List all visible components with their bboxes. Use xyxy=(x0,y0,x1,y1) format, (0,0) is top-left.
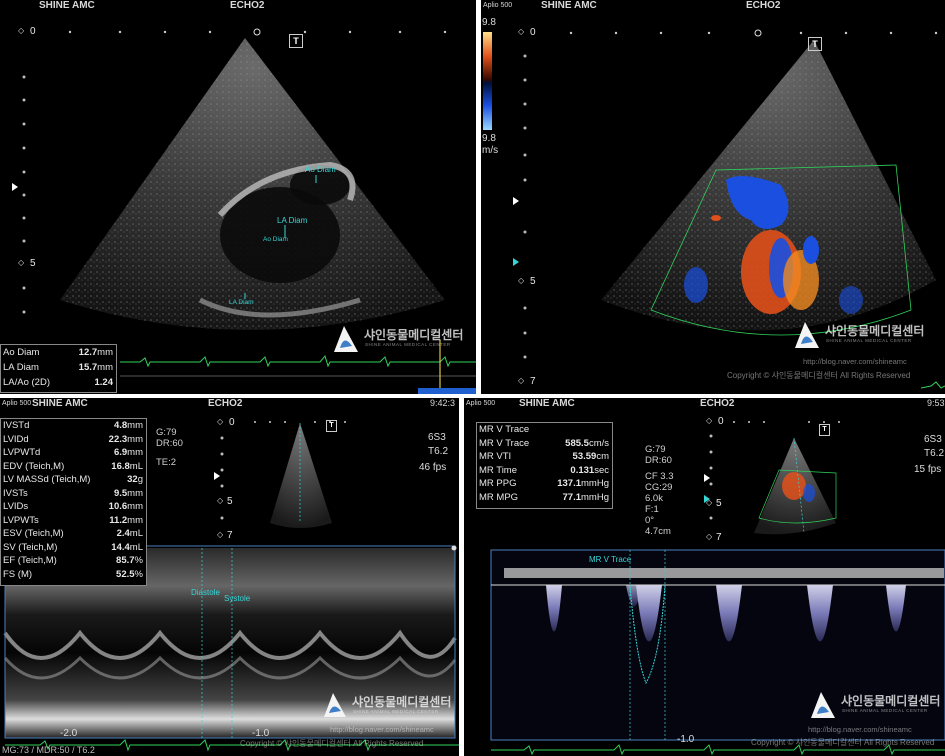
depth-marker-icon: ◇ xyxy=(18,26,25,35)
depth-marker-icon: ◇ xyxy=(518,376,525,385)
logo-korean: 샤인동물메디컬센터 xyxy=(825,324,925,338)
t-marker-icon: T xyxy=(326,420,337,432)
depth-label-7: 7 xyxy=(530,376,536,387)
depth-marker-icon: ◇ xyxy=(217,496,224,505)
blog-url: http://blog.naver.com/shineamc xyxy=(330,725,434,734)
depth-marker-icon: ◇ xyxy=(217,530,224,539)
annotation-ao-diam: Ao Diam xyxy=(305,165,336,174)
logo-korean: 샤인동물메디컬센터 xyxy=(364,328,464,342)
site-name: SHINE AMC xyxy=(519,398,575,409)
panel-header: Aplio 500 SHINE AMC ECHO2 9:53 xyxy=(464,398,945,409)
annotation-la-diam-small: LA Diam xyxy=(229,299,254,306)
depth-marker-icon: ◇ xyxy=(518,27,525,36)
time-axis-label-1: -2.0 xyxy=(60,728,78,739)
depth-label-5: 5 xyxy=(716,498,722,509)
velocity-scale-unit: m/s xyxy=(482,145,499,156)
logo-english: SHINE ANIMAL MEDICAL CENTER xyxy=(826,338,912,343)
frame-rate: 46 fps xyxy=(419,462,447,473)
measurement-box: MR V Trace MR V Trace 585.5cm/s MR VTI 53.… xyxy=(476,422,613,509)
depth-marker-icon: ◇ xyxy=(706,532,713,541)
scan-params: G:79 DR:60 CF 3.3 CG:29 6.0k F:1 0° 4.7c… xyxy=(645,444,674,537)
site-name: SHINE AMC xyxy=(541,0,597,11)
t-marker-icon: T xyxy=(819,424,830,436)
probe-sub-label: T6.2 xyxy=(428,446,449,457)
probe-label: 6S3 xyxy=(428,432,446,443)
mode-label: ECHO2 xyxy=(230,0,265,11)
annotation-systole: Systole xyxy=(224,594,251,603)
depth-label-7: 7 xyxy=(227,530,233,541)
panel-cw-doppler[interactable]: Aplio 500 SHINE AMC ECHO2 9:53 MR V Trac… xyxy=(464,398,945,756)
logo-english: SHINE ANIMAL MEDICAL CENTER xyxy=(842,708,928,713)
panel-header: SHINE AMC ECHO2 xyxy=(0,0,476,11)
depth-label-7: 7 xyxy=(716,532,722,543)
mode-label: ECHO2 xyxy=(208,398,243,409)
velocity-scale-bottom: 9.8 xyxy=(482,133,496,144)
device-name: Aplio 500 xyxy=(466,400,496,407)
depth-label-0: 0 xyxy=(718,416,724,427)
device-name: Aplio 500 xyxy=(483,2,513,9)
annotation-diastole: Diastole xyxy=(191,588,220,597)
clock-time: 9:42:3 xyxy=(430,398,456,408)
annotation-la-diam: LA Diam xyxy=(277,216,308,225)
depth-label-5: 5 xyxy=(30,258,36,269)
depth-marker-icon: ◇ xyxy=(706,416,713,425)
copyright-text: Copyright © 샤인동물메디컬센터 All Rights Reserve… xyxy=(751,738,935,747)
velocity-scale-top: 9.8 xyxy=(482,17,496,28)
depth-label-5: 5 xyxy=(530,276,536,287)
depth-marker-icon: ◇ xyxy=(706,498,713,507)
panel-color-doppler[interactable]: Aplio 500 SHINE AMC ECHO2 9.8 9.8 m/s 0 … xyxy=(481,0,945,394)
annotation-ao-diam-small: Ao Diam xyxy=(263,236,288,243)
depth-marker-icon: ◇ xyxy=(18,258,25,267)
scan-params: G:79 DR:60 TE:2 xyxy=(156,427,183,468)
depth-label-5: 5 xyxy=(227,496,233,507)
copyright-text: Copyright © 샤인동물메디컬센터 All Rights Reserve… xyxy=(727,371,911,380)
probe-sub-label: T6.2 xyxy=(924,448,945,459)
device-name: Aplio 500 xyxy=(2,400,32,407)
logo-icon xyxy=(811,692,835,718)
time-axis-label: -1.0 xyxy=(677,734,695,745)
site-name: SHINE AMC xyxy=(32,398,88,409)
logo-icon xyxy=(334,326,358,352)
depth-label-0: 0 xyxy=(530,27,536,38)
frame-rate: 15 fps xyxy=(914,464,942,475)
logo-english: SHINE ANIMAL MEDICAL CENTER xyxy=(365,342,451,347)
panel-2d-la-ao[interactable]: SHINE AMC ECHO2 0 5 ◇ ◇ T Ao Diam LA Dia… xyxy=(0,0,476,394)
measurement-box: Ao Diam 12.7mm LA Diam 15.7mm LA/Ao (2D) 1.… xyxy=(0,344,117,393)
logo-english: SHINE ANIMAL MEDICAL CENTER xyxy=(353,709,439,714)
mode-label: ECHO2 xyxy=(746,0,781,11)
logo-icon xyxy=(795,322,819,348)
logo-icon xyxy=(324,693,346,717)
measurement-box: IVSTd 4.8mm LVIDd 22.3mm LVPWTd 6.9mm EDV (… xyxy=(0,418,147,586)
panel-header: Aplio 500 SHINE AMC ECHO2 xyxy=(481,0,945,11)
depth-marker-icon: ◇ xyxy=(217,417,224,426)
depth-label-0: 0 xyxy=(229,417,235,428)
footer-params: MG:73 / MDR:50 / T6.2 xyxy=(2,745,95,755)
mode-label: ECHO2 xyxy=(700,398,735,409)
panel-header: Aplio 500 SHINE AMC ECHO2 9:42:3 xyxy=(0,398,459,409)
logo-korean: 샤인동물메디컬센터 xyxy=(352,695,452,709)
probe-label: 6S3 xyxy=(924,434,942,445)
copyright-text: Copyright © 샤인동물메디컬센터 All Rights Reserve… xyxy=(240,739,424,748)
t-marker-icon: T xyxy=(808,37,822,51)
logo-korean: 샤인동물메디컬센터 xyxy=(841,694,941,708)
annotation-mr-v-trace: MR V Trace xyxy=(589,555,632,564)
depth-label-0: 0 xyxy=(30,26,36,37)
clock-time: 9:53 xyxy=(927,398,945,408)
t-marker-icon: T xyxy=(289,34,303,48)
panel-m-mode[interactable]: Aplio 500 SHINE AMC ECHO2 9:42:3 IVSTd 4.… xyxy=(0,398,459,756)
site-name: SHINE AMC xyxy=(39,0,95,11)
blog-url: http://blog.naver.com/shineamc xyxy=(803,357,907,366)
depth-marker-icon: ◇ xyxy=(518,276,525,285)
blog-url: http://blog.naver.com/shineamc xyxy=(808,725,912,734)
